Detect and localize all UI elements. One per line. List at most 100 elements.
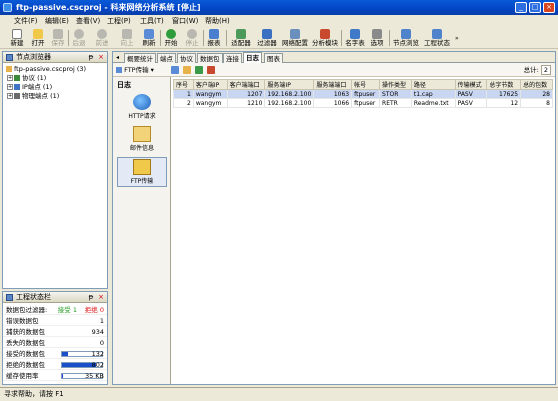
up-button[interactable]: 向上 [119,28,135,48]
save-icon [53,29,63,39]
menu-window[interactable]: 窗口(W) [172,16,198,26]
column-header[interactable]: 序号 [173,79,194,90]
tree-root[interactable]: ftp-passive.cscproj (3) [6,65,86,74]
nav-mail-info[interactable]: 邮件信息 [117,125,167,155]
menu-tools[interactable]: 工具(T) [140,16,164,26]
log-nav-title: 日志 [117,81,131,89]
options-button[interactable]: 选项 [368,28,386,48]
back-button[interactable]: 后退 [71,28,87,48]
close-panel-icon[interactable]: × [97,293,105,301]
pin-icon[interactable]: ᵽ [87,53,95,61]
expand-icon[interactable]: + [7,75,13,81]
nav-http-request[interactable]: HTTP请求 [117,93,167,123]
refresh-log-icon[interactable] [195,66,203,74]
tab-charts[interactable]: 图表 [264,53,283,63]
open-icon[interactable] [183,66,191,74]
adapter-icon [236,29,246,39]
tab-endpoints[interactable]: 端点 [157,53,176,63]
menu-edit[interactable]: 编辑(E) [45,16,69,26]
tab-scroll-icon[interactable]: ◂ [116,54,122,61]
tab-log[interactable]: 日志 [243,52,262,63]
column-header[interactable]: 服务端IP [264,79,315,90]
status-row-error-packets: 错误数据包 1 [3,316,107,326]
status-row-rejected-packets: 拒绝的数据包 802 [3,360,107,370]
ftp-log-table: 序号 客户端IP 客户端端口 服务端IP 服务端端口 帐号 操作类型 路径 传输… [173,79,553,108]
column-header[interactable]: 服务端端口 [313,79,353,90]
tab-summary[interactable]: 概要统计 [124,53,156,63]
save-button[interactable]: 保存 [50,28,66,48]
mail-info-icon [133,126,151,142]
pin-icon[interactable]: ᵽ [87,293,95,301]
column-header[interactable]: 客户端IP [192,79,228,90]
tab-connections[interactable]: 连接 [223,53,242,63]
ftp-transfer-icon [133,159,151,175]
log-category-nav: 日志 HTTP请求 邮件信息 FTP传输 [113,77,171,384]
refresh-button[interactable]: 刷新 [141,28,157,48]
log-type-dropdown[interactable]: FTP传输 ▾ [116,65,154,75]
column-header[interactable]: 路径 [410,79,456,90]
close-panel-icon[interactable]: × [97,53,105,61]
status-row-cache-usage: 缓存使用率 35 KB [3,371,107,381]
table-header-row: 序号 客户端IP 客户端端口 服务端IP 服务端端口 帐号 操作类型 路径 传输… [173,79,553,90]
menu-view[interactable]: 查看(V) [76,16,100,26]
stop-button[interactable]: 停止 [184,28,200,48]
filter-button[interactable]: 过滤器 [255,28,279,48]
new-file-icon [12,29,22,39]
network-config-icon [290,29,300,39]
name-table-button[interactable]: 名字表 [344,28,366,48]
open-button[interactable]: 打开 [30,28,46,48]
project-status-button[interactable]: 工程状态 [423,28,451,48]
toolbar-separator [341,30,342,46]
status-row-filter: 数据包过滤器: 接受 1 拒绝 0 [3,305,107,315]
view-tabs: ◂ 概要统计 端点 协议 数据包 连接 日志 图表 [113,52,555,63]
column-header[interactable]: 操作类型 [379,79,412,90]
stop-icon [187,29,197,39]
forward-arrow-icon [97,29,107,39]
clear-log-icon[interactable] [207,66,215,74]
adapter-button[interactable]: 适配器 [229,28,253,48]
tree-item-physical-endpoint[interactable]: + 物理端点 (1) [7,92,59,101]
window-title-bar[interactable]: ftp-passive.cscproj - 科来网络分析系统 [停止] [0,0,558,15]
export-icon[interactable] [171,66,179,74]
node-browser-button[interactable]: 节点浏览 [392,28,420,48]
nav-ftp-transfer[interactable]: FTP传输 [117,157,167,187]
table-row[interactable]: 1 wangym 1207 192.168.2.100 1063 ftpuser… [173,89,553,99]
menu-help[interactable]: 帮助(H) [205,16,230,26]
name-table-icon [350,29,360,39]
menu-file[interactable]: 文件(F) [14,16,38,26]
tree-item-ip-endpoint[interactable]: + IP端点 (1) [7,83,52,92]
tree-item-protocol[interactable]: + 协议 (1) [7,74,46,83]
column-header[interactable]: 客户端端口 [226,79,266,90]
forward-button[interactable]: 前进 [94,28,110,48]
start-icon [166,29,176,39]
minimize-icon[interactable]: _ [515,2,527,13]
window-title: ftp-passive.cscproj - 科来网络分析系统 [停止] [16,3,201,12]
column-header[interactable]: 帐号 [351,79,381,90]
refresh-icon [144,29,154,39]
close-icon[interactable]: × [543,2,555,13]
node-browser-title: 节点浏览器 [16,53,51,61]
analysis-module-button[interactable]: 分析模块 [311,28,339,48]
column-header[interactable]: 总字节数 [486,79,522,90]
new-button[interactable]: 新建 [9,28,25,48]
up-icon [122,29,132,39]
column-header[interactable]: 传输模式 [454,79,488,90]
maximize-icon[interactable]: □ [529,2,541,13]
expand-icon[interactable]: + [7,93,13,99]
toolbar-overflow-icon[interactable]: » [455,35,460,43]
tab-protocol[interactable]: 协议 [177,53,196,63]
start-button[interactable]: 开始 [163,28,179,48]
http-request-icon [133,94,151,110]
log-toolbar: FTP传输 ▾ 总计: 2 [113,63,555,77]
menu-project[interactable]: 工程(P) [107,16,131,26]
expand-icon[interactable]: + [7,84,13,90]
report-button[interactable]: 报表 [206,28,222,48]
accepted-progress-fill [62,352,68,356]
toolbar-separator [68,30,69,46]
options-icon [372,29,382,39]
table-row[interactable]: 2 wangym 1210 192.168.2.100 1066 ftpuser… [173,98,553,108]
network-config-button[interactable]: 网络配置 [281,28,309,48]
status-text: 寻求帮助，请按 F1 [4,390,64,398]
tab-packets[interactable]: 数据包 [197,53,223,63]
column-header[interactable]: 总的包数 [520,79,553,90]
